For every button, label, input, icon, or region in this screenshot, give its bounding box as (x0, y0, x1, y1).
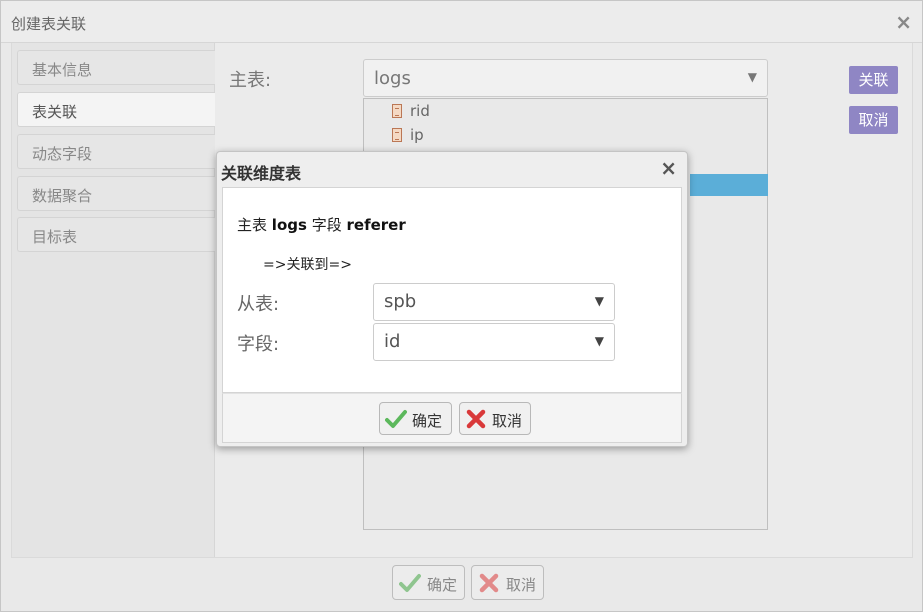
caret-down-icon: ▼ (747, 70, 757, 84)
field-name: ip (410, 126, 424, 144)
dialog-confirm-label: 确定 (412, 412, 443, 430)
sidebar-item-table-relation[interactable]: 表关联 (17, 92, 215, 127)
main-table-select[interactable]: logs ▼ (363, 59, 768, 97)
window-title: 创建表关联 (11, 15, 87, 33)
desc-prefix: 主表 (237, 216, 268, 234)
cancel-relate-button[interactable]: 取消 (849, 106, 898, 134)
footer-cancel-button[interactable]: 取消 (471, 565, 544, 600)
relate-arrow-text: =>关联到=> (263, 257, 352, 273)
desc-table: logs (271, 216, 307, 234)
caret-down-icon: ▼ (594, 334, 604, 348)
check-icon (385, 410, 407, 428)
main-table-select-value: logs (374, 68, 411, 89)
selected-field-row[interactable] (690, 174, 768, 196)
dialog-cancel-button[interactable]: 取消 (459, 402, 531, 435)
sidebar-item-dynamic-fields[interactable]: 动态字段 (17, 134, 215, 169)
caret-down-icon: ▼ (594, 294, 604, 308)
window-close-icon[interactable]: × (895, 10, 912, 34)
dialog-body: 主表 logs 字段 referer =>关联到=> 从表: spb ▼ 字段:… (222, 187, 682, 393)
dialog-close-icon[interactable]: × (660, 156, 677, 180)
field-list-item[interactable]: ip (392, 126, 424, 148)
footer-cancel-label: 取消 (506, 576, 537, 594)
from-table-select[interactable]: spb ▼ (373, 283, 615, 321)
field-list-item[interactable]: rid (392, 102, 430, 124)
desc-field: referer (346, 216, 406, 234)
dialog-confirm-button[interactable]: 确定 (379, 402, 452, 435)
field-name: rid (410, 102, 430, 120)
dialog-title: 关联维度表 (221, 164, 302, 183)
desc-mid: 字段 (311, 216, 342, 234)
sidebar-item-basic-info[interactable]: 基本信息 (17, 50, 215, 85)
relate-button[interactable]: 关联 (849, 66, 898, 94)
field-doc-icon (392, 128, 402, 142)
footer-confirm-button[interactable]: 确定 (392, 565, 465, 600)
field-select[interactable]: id ▼ (373, 323, 615, 361)
sidebar: 基本信息 表关联 动态字段 数据聚合 目标表 (12, 43, 215, 557)
x-icon (479, 573, 499, 593)
field-doc-icon (392, 104, 402, 118)
footer-confirm-label: 确定 (427, 576, 458, 594)
x-icon (466, 409, 486, 429)
relation-description: 主表 logs 字段 referer (237, 214, 406, 235)
main-table-label: 主表: (229, 70, 272, 91)
field-label: 字段: (237, 334, 280, 355)
field-select-value: id (384, 331, 401, 352)
dialog-footer: 确定 取消 (222, 393, 682, 443)
sidebar-item-data-aggregation[interactable]: 数据聚合 (17, 176, 215, 211)
window-titlebar: 创建表关联 × (1, 1, 922, 43)
relate-dimension-dialog: 关联维度表 × 主表 logs 字段 referer =>关联到=> 从表: s… (216, 151, 688, 447)
dialog-cancel-label: 取消 (492, 412, 523, 430)
from-table-select-value: spb (384, 291, 417, 312)
sidebar-item-target-table[interactable]: 目标表 (17, 217, 215, 252)
from-table-label: 从表: (237, 294, 280, 315)
check-icon (399, 574, 421, 592)
